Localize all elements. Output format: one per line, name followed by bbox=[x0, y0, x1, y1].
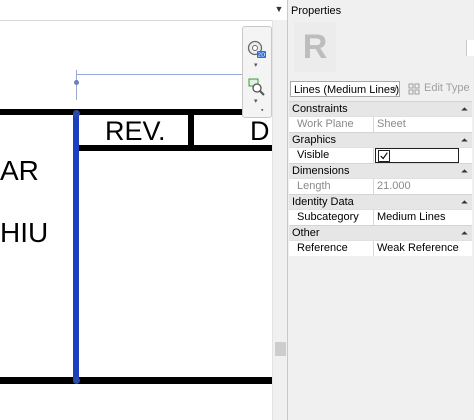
reference-label: Reference bbox=[289, 241, 374, 256]
rev-column-header: REV. bbox=[105, 116, 166, 146]
temporary-dimension-guide-vertical bbox=[76, 70, 77, 100]
titleblock-text-ar: AR bbox=[0, 155, 39, 186]
view-header-bar: ▼ bbox=[0, 0, 287, 21]
steering-wheel-dropdown-arrow[interactable]: ▾ bbox=[254, 61, 258, 69]
properties-palette-scrollbar[interactable] bbox=[466, 40, 474, 56]
zoom-dropdown-arrow[interactable]: ▾ bbox=[254, 97, 258, 105]
section-graphics[interactable]: Graphics ⏶ bbox=[289, 132, 472, 147]
row-reference: Reference Weak Reference bbox=[289, 240, 472, 256]
selected-line[interactable] bbox=[73, 113, 79, 381]
properties-title: Properties bbox=[291, 5, 342, 17]
section-identity-data[interactable]: Identity Data ⏶ bbox=[289, 194, 472, 209]
steering-wheel-2d-icon[interactable]: 2D bbox=[247, 39, 267, 59]
section-constraints-label: Constraints bbox=[292, 103, 348, 115]
navbar-options-icon[interactable]: ▪ bbox=[261, 107, 263, 114]
titleblock-bottom-line bbox=[0, 377, 272, 384]
double-chevron-up-icon[interactable]: ⏶ bbox=[461, 195, 468, 209]
section-identity-data-label: Identity Data bbox=[292, 196, 354, 208]
checkmark-icon bbox=[380, 152, 388, 160]
properties-palette: Properties R Lines (Medium Lines) ∨ Edit… bbox=[287, 0, 474, 420]
line-endpoint-grip-bottom[interactable] bbox=[73, 377, 80, 384]
edit-type-button[interactable]: Edit Type bbox=[424, 82, 470, 94]
view-menu-arrow-icon[interactable]: ▼ bbox=[274, 4, 284, 14]
visible-label: Visible bbox=[289, 148, 374, 163]
line-endpoint-grip-top[interactable] bbox=[73, 110, 80, 117]
work-plane-label: Work Plane bbox=[289, 117, 374, 132]
titleblock-top-line bbox=[0, 109, 272, 115]
length-value: 21.000 bbox=[377, 180, 411, 192]
titleblock-col-divider bbox=[188, 113, 194, 149]
svg-text:2D: 2D bbox=[258, 53, 266, 59]
edit-type-icon[interactable] bbox=[408, 83, 420, 95]
section-other[interactable]: Other ⏶ bbox=[289, 225, 472, 240]
section-other-label: Other bbox=[292, 227, 320, 239]
revit-r-logo-icon: R bbox=[294, 22, 336, 72]
section-graphics-label: Graphics bbox=[292, 134, 337, 146]
visible-checkbox[interactable] bbox=[378, 150, 390, 162]
temporary-dimension-grip[interactable] bbox=[74, 80, 79, 85]
type-selector-dropdown[interactable]: Lines (Medium Lines) bbox=[290, 81, 400, 97]
double-chevron-up-icon[interactable]: ⏶ bbox=[461, 226, 468, 240]
type-selector-value: Lines (Medium Lines) bbox=[294, 84, 400, 96]
date-column-header-partial: D bbox=[250, 116, 270, 146]
canvas-vertical-scrollbar[interactable] bbox=[272, 20, 288, 420]
work-plane-value: Sheet bbox=[377, 118, 406, 130]
double-chevron-up-icon[interactable]: ⏶ bbox=[461, 133, 468, 147]
double-chevron-up-icon[interactable]: ⏶ bbox=[461, 164, 468, 178]
row-subcategory: Subcategory Medium Lines bbox=[289, 209, 472, 225]
section-dimensions[interactable]: Dimensions ⏶ bbox=[289, 163, 472, 178]
row-visible: Visible bbox=[289, 147, 472, 163]
section-constraints[interactable]: Constraints ⏶ bbox=[289, 101, 472, 116]
row-length: Length 21.000 bbox=[289, 178, 472, 194]
visible-value-cell[interactable] bbox=[375, 148, 459, 163]
properties-grid: Constraints ⏶ Work Plane Sheet Graphics … bbox=[289, 101, 472, 256]
zoom-region-icon[interactable] bbox=[247, 77, 267, 97]
navigation-bar: 2D ▾ ▾ ▪ bbox=[242, 26, 272, 118]
type-selector-row: Lines (Medium Lines) ∨ Edit Type bbox=[290, 81, 470, 99]
svg-text:R: R bbox=[303, 28, 328, 66]
double-chevron-up-icon[interactable]: ⏶ bbox=[461, 102, 468, 116]
row-work-plane: Work Plane Sheet bbox=[289, 116, 472, 132]
chevron-down-icon[interactable]: ∨ bbox=[389, 81, 400, 97]
scrollbar-thumb[interactable] bbox=[275, 342, 286, 356]
length-label: Length bbox=[289, 179, 374, 194]
subcategory-value[interactable]: Medium Lines bbox=[375, 210, 465, 225]
reference-value[interactable]: Weak Reference bbox=[375, 241, 465, 256]
drawing-canvas[interactable]: REV. D AR HIU 2D ▾ ▾ ▪ bbox=[0, 0, 272, 420]
subcategory-label: Subcategory bbox=[289, 210, 374, 225]
titleblock-text-hiu: HIU bbox=[0, 217, 49, 248]
section-dimensions-label: Dimensions bbox=[292, 165, 350, 177]
